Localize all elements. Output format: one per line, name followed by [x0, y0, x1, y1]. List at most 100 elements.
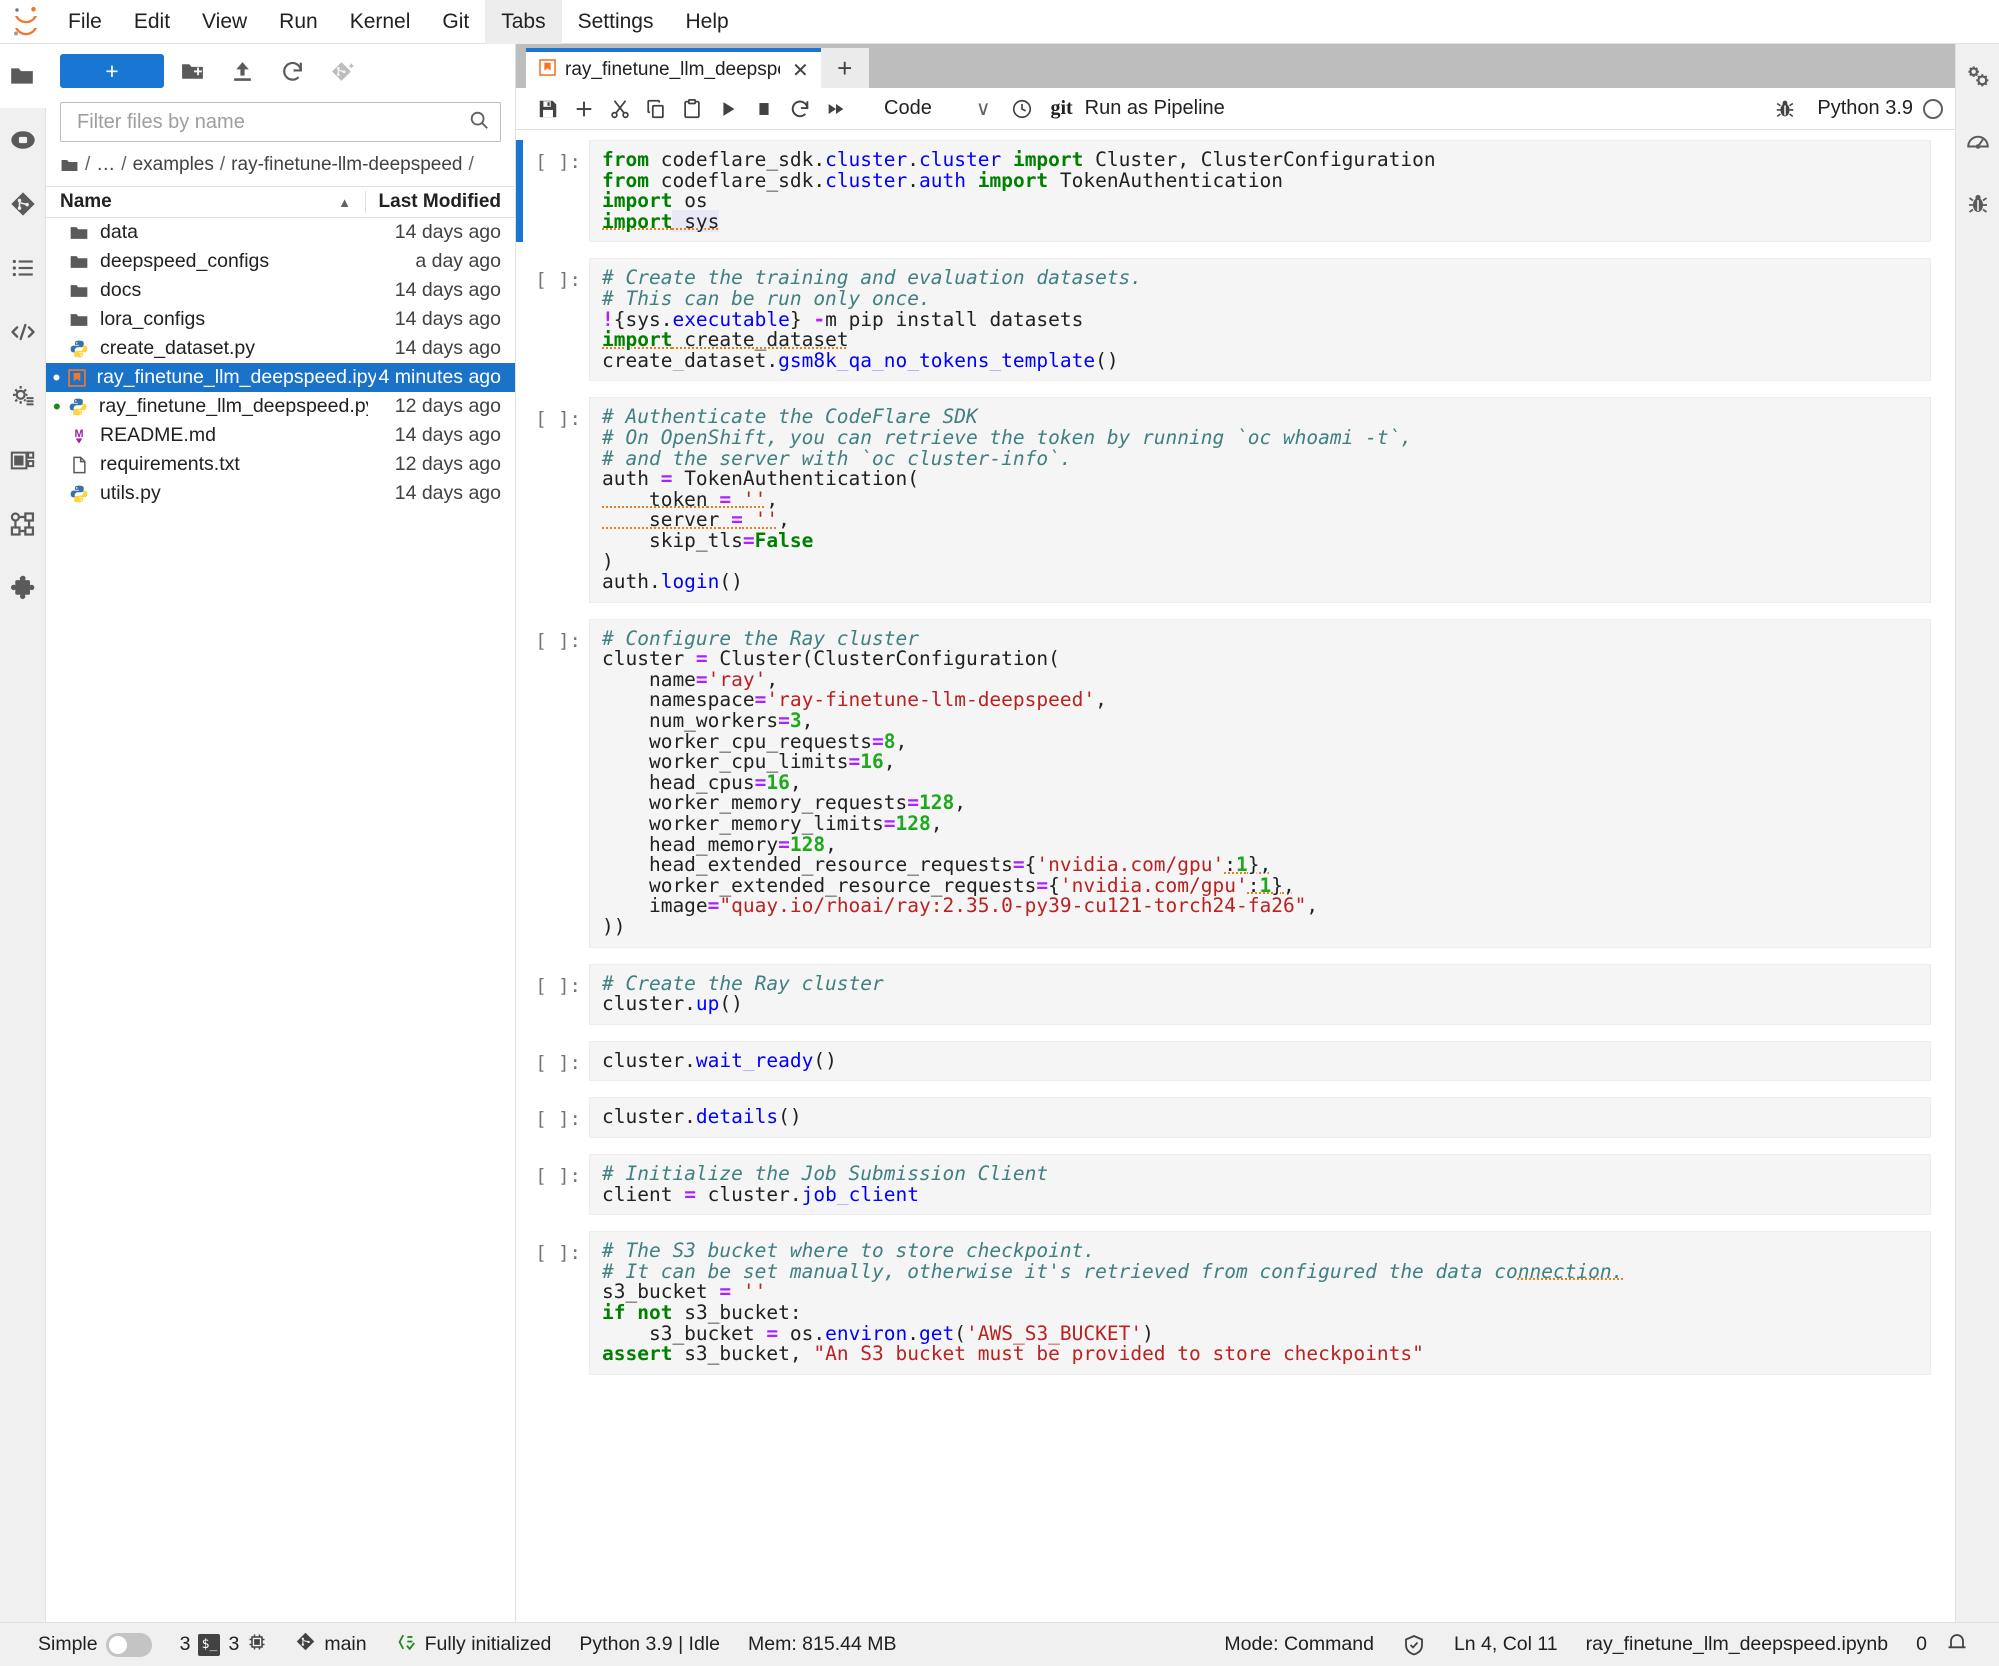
cell-editor[interactable]: # Create the Ray cluster cluster.up() [589, 963, 1931, 1025]
resource-usage-icon[interactable] [1956, 108, 1999, 172]
cell-type-select[interactable]: Code ∨ [878, 96, 996, 121]
file-list-item[interactable]: • ray_finetune_llm_deepspeed.py 12 days ag… [46, 392, 515, 421]
notebook-cell[interactable]: [ ]: # Create the training and evaluation… [516, 258, 1955, 382]
folder-icon [64, 252, 94, 272]
sidebar-item-running-terminals[interactable] [0, 108, 46, 172]
clock-icon[interactable] [1004, 91, 1040, 127]
save-button[interactable] [530, 91, 566, 127]
notebook-cell[interactable]: [ ]: cluster.wait_ready() [516, 1040, 1955, 1082]
cell-editor[interactable]: # Initialize the Job Submission Client c… [589, 1153, 1931, 1216]
file-list-item[interactable]: • lora_configs 14 days ago [46, 305, 515, 334]
notebook-cell[interactable]: [ ]: from codeflare_sdk.cluster.cluster i… [516, 140, 1955, 243]
restart-kernel-button[interactable] [782, 91, 818, 127]
new-git-repo-button[interactable] [320, 53, 364, 89]
cell-editor[interactable]: # Configure the Ray cluster cluster = Cl… [589, 618, 1931, 948]
notification-status[interactable]: 0 [1902, 1630, 1983, 1660]
breadcrumb-examples[interactable]: examples [133, 154, 214, 176]
python-icon [64, 484, 94, 504]
chevron-down-icon: ∨ [975, 98, 991, 120]
sidebar-item-file-browser[interactable] [0, 44, 46, 108]
menu-item-settings[interactable]: Settings [562, 0, 670, 44]
run-cell-button[interactable] [710, 91, 746, 127]
close-icon[interactable]: ✕ [788, 58, 813, 83]
new-launcher-button[interactable]: + [60, 54, 164, 88]
sidebar-item-runtimes[interactable] [0, 492, 46, 556]
menu-item-view[interactable]: View [186, 0, 263, 44]
restart-run-all-button[interactable] [818, 91, 854, 127]
notebook-cell[interactable]: [ ]: # Create the Ray cluster cluster.up(… [516, 963, 1955, 1025]
sidebar-item-extension-manager[interactable] [0, 556, 46, 620]
menu-item-help[interactable]: Help [670, 0, 745, 44]
menu-item-git[interactable]: Git [426, 0, 485, 44]
file-list: • data 14 days ago • deepspeed_configs a day … [46, 218, 515, 1622]
file-list-item[interactable]: • utils.py 14 days ago [46, 479, 515, 508]
kernel-name-label[interactable]: Python 3.9 [1817, 97, 1913, 120]
bug-icon[interactable] [1767, 91, 1803, 127]
text-file-icon [64, 455, 94, 475]
sidebar-item-git[interactable] [0, 172, 46, 236]
kernel-sessions-status[interactable]: 3 $_ 3 [166, 1632, 282, 1658]
breadcrumb-current-folder[interactable]: ray-finetune-llm-deepspeed [231, 154, 462, 176]
cut-cells-button[interactable] [602, 91, 638, 127]
cell-editor[interactable]: # Authenticate the CodeFlare SDK # On Op… [589, 397, 1931, 603]
cell-editor[interactable]: from codeflare_sdk.cluster.cluster impor… [589, 140, 1931, 243]
column-header-name[interactable]: Name ▲ [46, 191, 365, 213]
sidebar-item-pipeline-settings[interactable] [0, 364, 46, 428]
upload-files-button[interactable] [220, 53, 264, 89]
file-list-item[interactable]: • ray_finetune_llm_deepspeed.ipynb 4 minut… [46, 363, 515, 392]
file-filter-box[interactable] [60, 102, 501, 142]
cell-editor[interactable]: # The S3 bucket where to store checkpoin… [589, 1231, 1931, 1375]
git-branch-status[interactable]: main [281, 1631, 380, 1658]
breadcrumb-ellipsis[interactable]: … [96, 154, 115, 176]
cell-editor[interactable]: # Create the training and evaluation dat… [589, 258, 1931, 382]
git-toolbar-label[interactable]: git [1050, 97, 1072, 120]
file-list-item[interactable]: • create_dataset.py 14 days ago [46, 334, 515, 363]
menu-item-tabs[interactable]: Tabs [485, 0, 562, 44]
menu-item-edit[interactable]: Edit [118, 0, 186, 44]
file-last-modified: 14 days ago [394, 424, 501, 446]
sidebar-item-pipeline-components[interactable] [0, 428, 46, 492]
trusted-notebook-icon[interactable] [1388, 1633, 1440, 1657]
run-as-pipeline-button[interactable]: Run as Pipeline [1085, 97, 1225, 120]
cell-source: # Initialize the Job Submission Client c… [602, 1163, 1049, 1206]
notebook-cell[interactable]: [ ]: # Authenticate the CodeFlare SDK # O… [516, 397, 1955, 603]
refresh-file-list-button[interactable] [270, 53, 314, 89]
notebook-icon [63, 368, 91, 388]
notebook-cell[interactable]: [ ]: # The S3 bucket where to store check… [516, 1231, 1955, 1375]
insert-cell-button[interactable] [566, 91, 602, 127]
tab-label: ray_finetune_llm_deepspee [565, 59, 780, 80]
menu-item-run[interactable]: Run [263, 0, 334, 44]
file-list-item[interactable]: • data 14 days ago [46, 218, 515, 247]
debugger-icon[interactable] [1956, 172, 1999, 236]
paste-cells-button[interactable] [674, 91, 710, 127]
menu-item-file[interactable]: File [52, 0, 118, 44]
cell-editor[interactable]: cluster.wait_ready() [589, 1040, 1931, 1082]
notebook-cell[interactable]: [ ]: # Initialize the Job Submission Clie… [516, 1153, 1955, 1216]
notebook-cell[interactable]: [ ]: cluster.details() [516, 1097, 1955, 1138]
file-list-item[interactable]: • M README.md 14 days ago [46, 421, 515, 450]
notebook-cell[interactable]: [ ]: # Configure the Ray cluster cluster … [516, 618, 1955, 948]
breadcrumb-home-icon[interactable] [60, 156, 79, 175]
sidebar-item-table-of-contents[interactable] [0, 236, 46, 300]
cell-editor[interactable]: cluster.details() [589, 1097, 1931, 1138]
column-header-last-modified[interactable]: Last Modified [365, 191, 515, 213]
menu-bar: File Edit View Run Kernel Git Tabs Settings Help [0, 0, 1999, 44]
tab-ray-finetune-notebook[interactable]: ray_finetune_llm_deepspee ✕ [526, 48, 821, 88]
right-activity-bar [1955, 44, 1999, 1622]
menu-item-kernel[interactable]: Kernel [334, 0, 427, 44]
elyra-status[interactable]: Fully initialized [381, 1631, 566, 1659]
property-inspector-icon[interactable] [1956, 44, 1999, 108]
new-tab-button[interactable]: + [820, 48, 869, 88]
filter-files-input[interactable] [75, 109, 468, 135]
toggle-switch[interactable] [105, 1632, 152, 1657]
kernel-status[interactable]: Python 3.9 | Idle [565, 1633, 734, 1656]
cell-type-value: Code [884, 97, 932, 119]
stop-kernel-button[interactable] [746, 91, 782, 127]
file-list-item[interactable]: • docs 14 days ago [46, 276, 515, 305]
sidebar-item-code-snippets[interactable] [0, 300, 46, 364]
file-list-item[interactable]: • requirements.txt 12 days ago [46, 450, 515, 479]
new-folder-button[interactable] [170, 53, 214, 89]
copy-cells-button[interactable] [638, 91, 674, 127]
simple-mode-toggle[interactable]: Simple [24, 1632, 166, 1657]
file-list-item[interactable]: • deepspeed_configs a day ago [46, 247, 515, 276]
